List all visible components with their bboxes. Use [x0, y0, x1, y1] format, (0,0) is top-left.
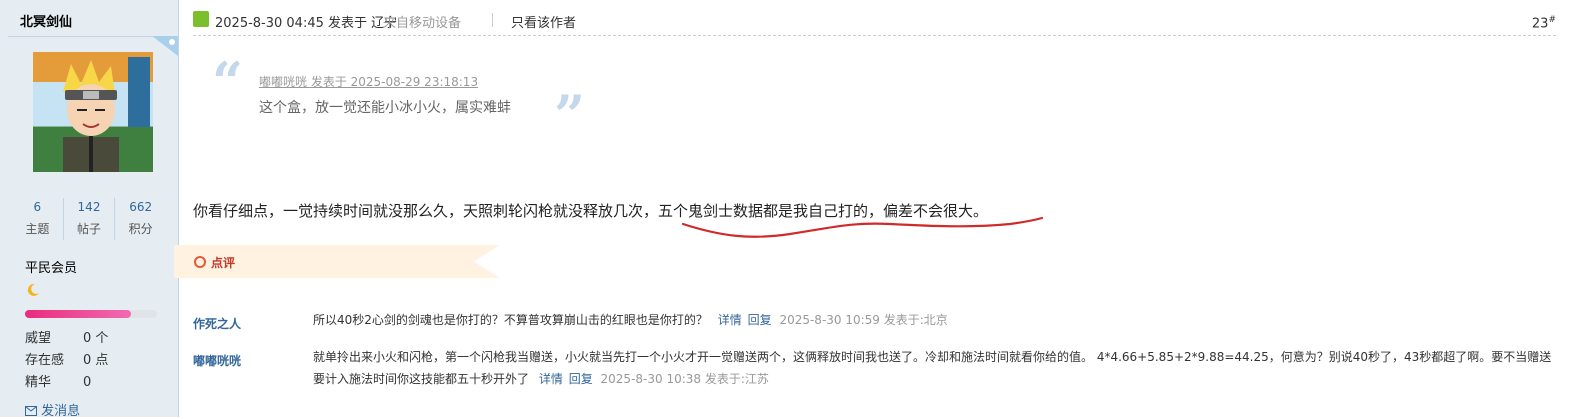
stat-value: 6 [33, 200, 42, 214]
comment-reply-link[interactable]: 回复 [569, 372, 593, 386]
comment-item: 所以40秒2心剑的剑魂也是你打的？不算普攻算崩山击的红眼也是你打的？ 详情 回复… [313, 309, 1563, 331]
send-message-link[interactable]: 发消息 [25, 400, 80, 419]
comment-detail-link[interactable]: 详情 [718, 313, 742, 327]
stat-value: 662 [129, 200, 153, 214]
divider [8, 36, 170, 37]
comment-item: 就单拎出来小火和闪枪，第一个闪枪我当赠送，小火就当先打一个小火才开一觉赠送两个，… [313, 346, 1563, 390]
author-name[interactable]: 北冥剑仙 [20, 11, 72, 30]
moon-icon [27, 283, 39, 296]
comment-text: 所以40秒2心剑的剑魂也是你打的？不算普攻算崩山击的红眼也是你打的？ [313, 313, 708, 327]
only-author-link[interactable]: 只看该作者 [511, 12, 576, 31]
author-stats: 6 主题 142 帖子 662 积分 [12, 198, 166, 240]
quote-meta[interactable]: 嘟嘟咣咣 发表于 2025-08-29 23:18:13 [259, 73, 478, 90]
attr-key: 存在感 [25, 353, 65, 368]
handwritten-underline-mark [681, 216, 1044, 238]
envelope-icon [25, 406, 37, 416]
comment-text: 就单拎出来小火和闪枪，第一个闪枪我当赠送，小火就当先打一个小火才开一觉赠送两个，… [313, 350, 1552, 386]
attr-value: 0 点 [83, 353, 109, 368]
stat-points[interactable]: 662 积分 [114, 198, 166, 240]
attr-presence: 存在感 0 点 [25, 349, 108, 368]
level-progress-bar [25, 310, 157, 318]
stat-posts[interactable]: 142 帖子 [62, 198, 115, 240]
attr-key: 精华 [25, 375, 52, 390]
quote-open-icon: “ [212, 50, 244, 114]
comment-meta: 2025-8-30 10:38 发表于:江苏 [600, 372, 769, 386]
attr-prestige: 威望 0 个 [25, 327, 108, 346]
avatar[interactable] [33, 52, 153, 172]
divider [193, 35, 1556, 36]
level-progress-fill [25, 310, 131, 318]
comment-meta: 2025-8-30 10:59 发表于:北京 [779, 313, 948, 327]
comment-user[interactable]: 嘟嘟咣咣 [193, 352, 241, 369]
floor-value: 23 [1531, 16, 1549, 32]
stat-label: 帖子 [77, 222, 102, 236]
stat-threads[interactable]: 6 主题 [12, 198, 63, 240]
divider [492, 13, 493, 27]
quote-text: 这个盒，放一觉还能小冰小火，属实难蚌 [259, 100, 511, 116]
avatar-image [33, 52, 153, 172]
comment-reply-link[interactable]: 回复 [748, 313, 772, 327]
post-source: 来自移动设备 [383, 16, 462, 31]
comment-user[interactable]: 作死之人 [193, 315, 241, 332]
stat-value: 142 [77, 200, 101, 214]
post-header: 2025-8-30 04:45 发表于 辽宁 来自移动设备 只看该作者 23# [193, 9, 1556, 33]
quote-close-icon: ” [554, 83, 586, 147]
stat-label: 主题 [25, 222, 50, 236]
attr-key: 威望 [25, 331, 52, 346]
attr-digest: 精华 0 [25, 371, 91, 390]
user-rank: 平民会员 [25, 261, 78, 276]
online-status-icon [193, 11, 209, 27]
floor-mark: # [1548, 15, 1556, 25]
attr-value: 0 个 [83, 331, 109, 346]
comments-label: 点评 [211, 256, 236, 270]
stat-label: 积分 [128, 222, 153, 236]
pin-icon [152, 36, 178, 56]
post-date: 2025-8-30 04:45 发表于 辽宁 [215, 16, 398, 31]
comment-circle-icon [194, 256, 206, 268]
floor-number[interactable]: 23# [1532, 15, 1556, 31]
attr-value: 0 [83, 375, 92, 390]
comment-detail-link[interactable]: 详情 [539, 372, 563, 386]
author-sidebar: 北冥剑仙 6 主题 142 帖子 662 积分 平民会员 威望 0 个 存在感 … [0, 0, 179, 419]
